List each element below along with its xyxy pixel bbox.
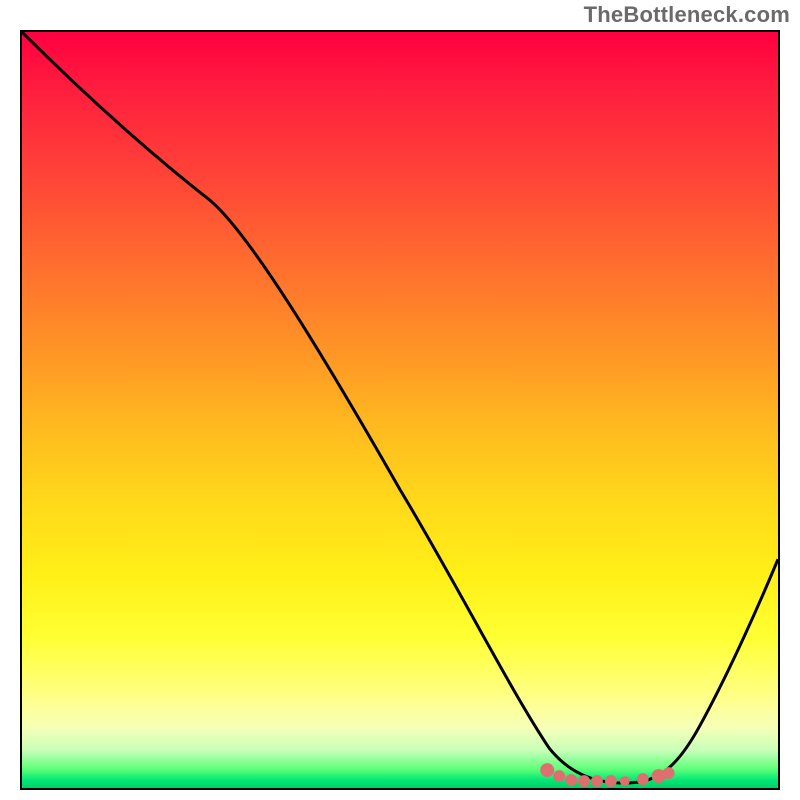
optimal-marker-group [540, 763, 674, 787]
chart-container: TheBottleneck.com [0, 0, 800, 800]
bottleneck-curve [22, 32, 778, 783]
plot-area [20, 30, 780, 790]
curve-layer [22, 32, 778, 788]
watermark-text: TheBottleneck.com [584, 2, 790, 28]
